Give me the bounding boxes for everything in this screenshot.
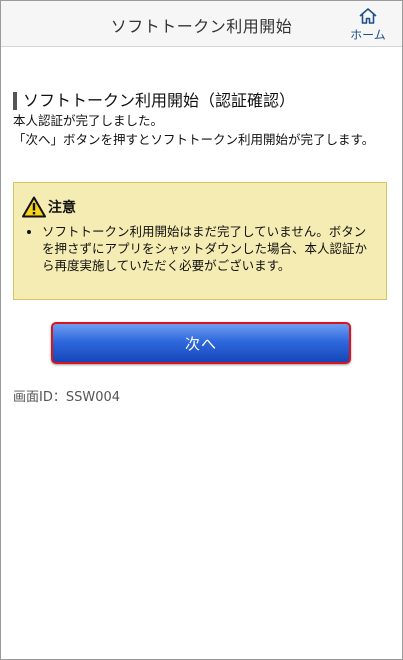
notice-box: 注意 ソフトトークン利用開始はまだ完了していません。ボタンを押さずにアプリをシャ…: [13, 182, 387, 300]
page-title: ソフトトークン利用開始: [110, 17, 293, 36]
auth-complete-text: 本人認証が完了しました。: [13, 113, 164, 128]
main-content: ソフトトークン利用開始（認証確認） 本人認証が完了しました。 「次へ」ボタンを押…: [13, 92, 393, 148]
warning-icon: [22, 196, 46, 218]
section-title: ソフトトークン利用開始（認証確認）: [13, 92, 393, 110]
notice-header: 注意: [22, 195, 374, 219]
home-label: ホーム: [350, 28, 386, 42]
header-bar: ソフトトークン利用開始 ホーム: [1, 1, 402, 47]
home-button[interactable]: ホーム: [346, 7, 390, 42]
home-icon: [359, 8, 377, 24]
instruction-text: 「次へ」ボタンを押すとソフトトークン利用開始が完了します。: [13, 132, 375, 147]
notice-item: ソフトトークン利用開始はまだ完了していません。ボタンを押さずにアプリをシャットダ…: [42, 223, 374, 274]
next-button-label: 次へ: [184, 334, 217, 353]
notice-title: 注意: [48, 200, 76, 216]
notice-list: ソフトトークン利用開始はまだ完了していません。ボタンを押さずにアプリをシャットダ…: [22, 223, 374, 274]
next-button[interactable]: 次へ: [51, 322, 351, 364]
screen-id: 画面ID：SSW004: [13, 390, 121, 405]
